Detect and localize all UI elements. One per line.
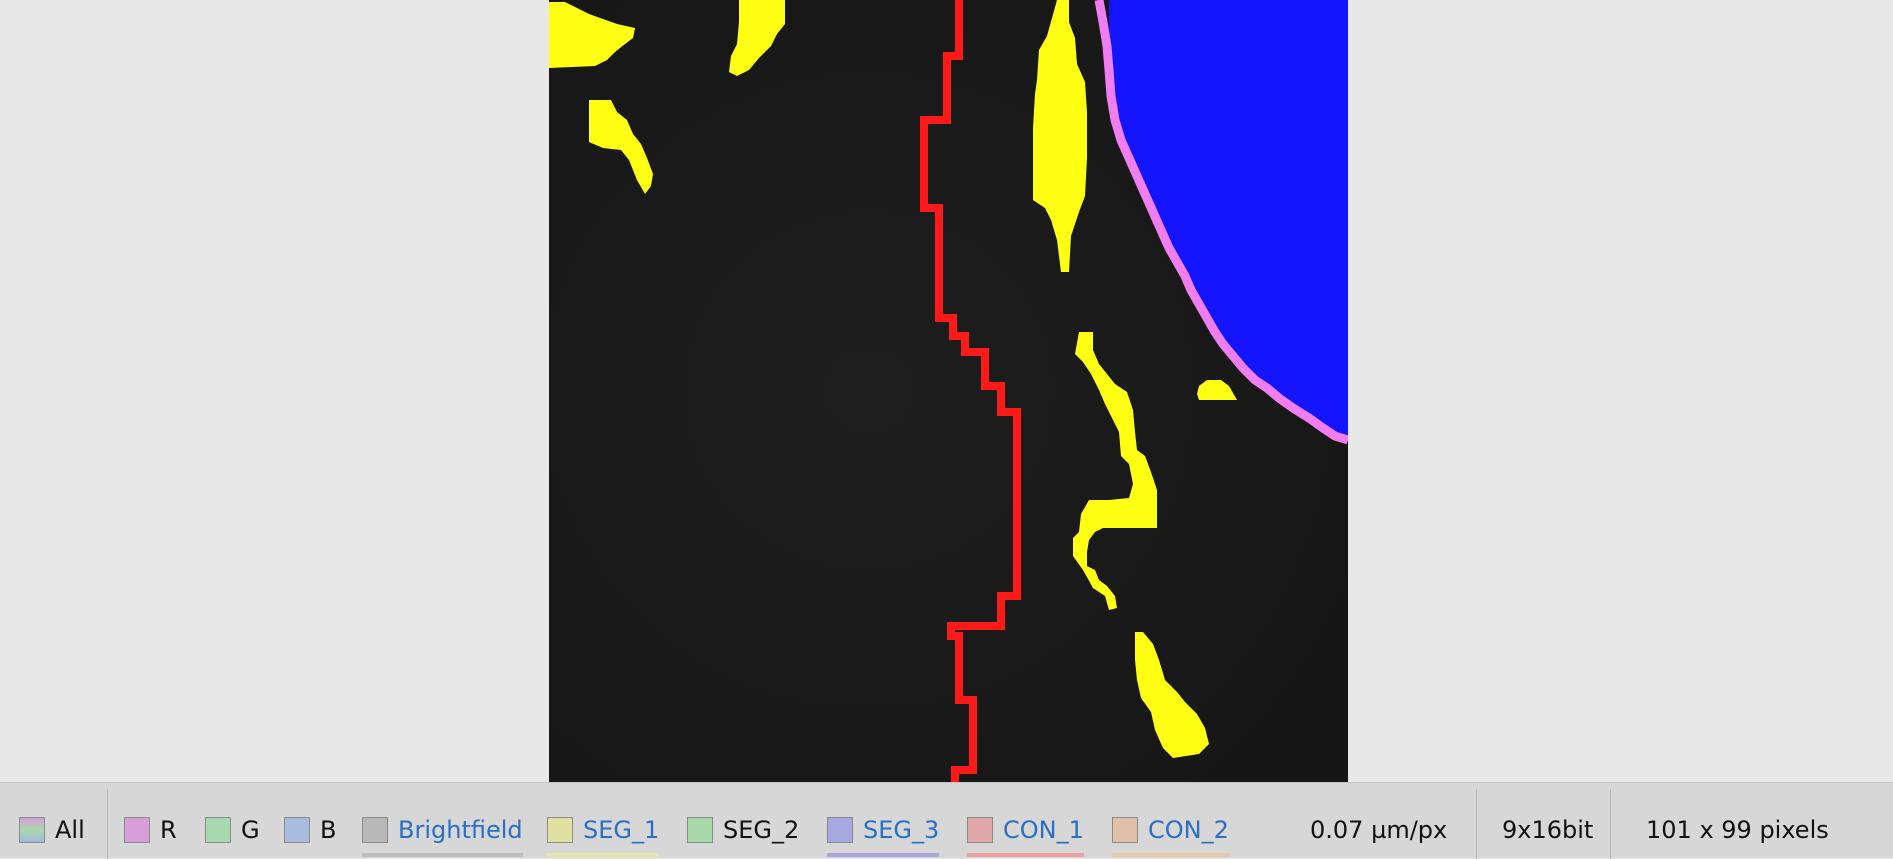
channel-swatch-icon (205, 817, 231, 843)
divider (1476, 789, 1477, 859)
channel-swatch-icon (827, 817, 853, 843)
channel-label: All (55, 816, 85, 844)
channel-all-swatch-icon (19, 817, 45, 843)
channel-underline (547, 853, 660, 857)
channel-g-toggle[interactable]: G (205, 813, 260, 847)
channel-swatch-icon (124, 817, 150, 843)
channel-swatch-icon (687, 817, 713, 843)
channel-swatch-icon (1112, 817, 1138, 843)
channel-label: SEG_3 (863, 816, 940, 844)
divider (107, 789, 108, 859)
channel-label: SEG_1 (583, 816, 660, 844)
channel-seg1-toggle[interactable]: SEG_1 (547, 813, 660, 857)
image-dimensions: 101 x 99 pixels (1646, 816, 1829, 844)
channel-underline (827, 853, 940, 857)
channel-brightfield-toggle[interactable]: Brightfield (362, 813, 523, 857)
channel-seg3-toggle[interactable]: SEG_3 (827, 813, 940, 857)
status-bar: All R G B Brightfield SEG_1 SEG_2 SEG_3 … (0, 782, 1893, 859)
channel-underline (362, 853, 523, 857)
channel-con2-toggle[interactable]: CON_2 (1112, 813, 1229, 857)
channel-label: R (160, 816, 177, 844)
pixel-scale: 0.07 µm/px (1310, 816, 1448, 844)
divider (1610, 789, 1611, 859)
bit-depth: 9x16bit (1502, 816, 1594, 844)
channel-r-toggle[interactable]: R (124, 813, 177, 847)
channel-con1-toggle[interactable]: CON_1 (967, 813, 1084, 857)
image-viewport[interactable] (0, 0, 1893, 782)
channel-label: B (320, 816, 337, 844)
channel-underline (1112, 853, 1229, 857)
channel-swatch-icon (967, 817, 993, 843)
channel-label: G (241, 816, 260, 844)
channel-b-toggle[interactable]: B (284, 813, 336, 847)
channel-label: Brightfield (398, 816, 523, 844)
channel-label: CON_1 (1003, 816, 1084, 844)
channel-swatch-icon (362, 817, 388, 843)
channel-label: CON_2 (1148, 816, 1229, 844)
channel-all-toggle[interactable]: All (19, 813, 85, 847)
channel-underline (967, 853, 1084, 857)
segmentation-image[interactable] (549, 0, 1348, 782)
channel-label: SEG_2 (723, 816, 800, 844)
channel-swatch-icon (547, 817, 573, 843)
channel-swatch-icon (284, 817, 310, 843)
channel-seg2-toggle[interactable]: SEG_2 (687, 813, 799, 847)
